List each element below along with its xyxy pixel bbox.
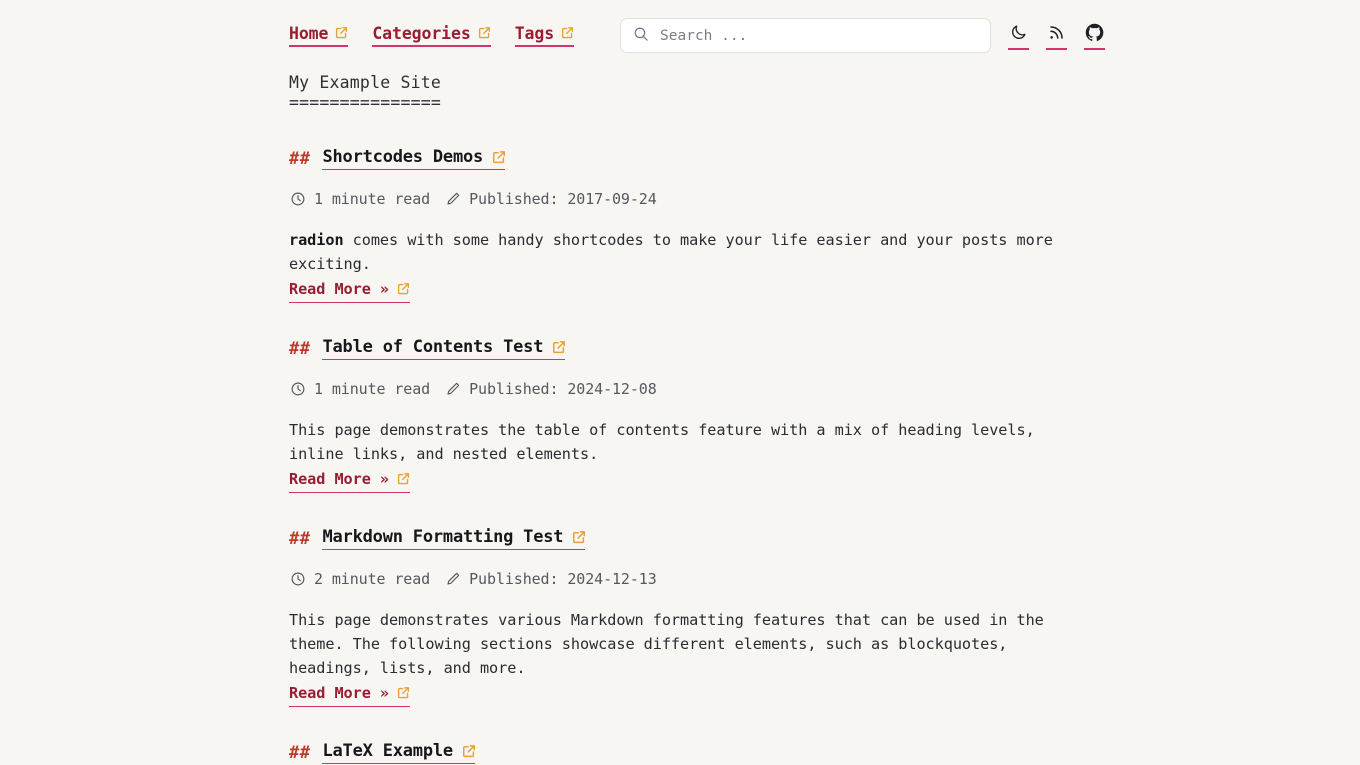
external-link-icon [561,26,574,39]
github-icon[interactable] [1084,22,1106,50]
post-title-text: Table of Contents Test [322,337,544,357]
external-link-icon [572,530,586,543]
post-summary-text: comes with some handy shortcodes to make… [289,231,1053,273]
site-header: Home Categories Tags Search ... [0,0,1360,68]
main-content: My Example Site =============== ## Short… [289,72,1079,764]
read-more-label: Read More » [289,470,390,488]
post-heading: ## LaTeX Example [289,741,1079,764]
clock-icon [289,191,306,208]
post-summary-text: This page demonstrates various Markdown … [289,611,1044,677]
post-title-link-latex-example[interactable]: LaTeX Example [322,741,475,764]
post-summary: This page demonstrates various Markdown … [289,608,1059,707]
post-summary-lead: radion [289,231,344,249]
post-read-time: 1 minute read [314,190,431,208]
post-meta: 2 minute read Published: 2024-12-13 [289,570,1079,588]
heading-hash-marker: ## [289,338,311,359]
read-more-label: Read More » [289,684,390,702]
post-published-date: Published: 2017-09-24 [469,190,657,208]
read-more-link[interactable]: Read More » [289,681,411,707]
nav-link-tags-label: Tags [514,24,555,43]
post-summary: radion comes with some handy shortcodes … [289,228,1059,303]
heading-hash-marker: ## [289,742,311,763]
external-link-icon [462,744,475,757]
read-more-label: Read More » [289,280,390,298]
post-title-link-shortcodes-demos[interactable]: Shortcodes Demos [322,147,506,170]
post-published-date: Published: 2024-12-08 [469,380,657,398]
pencil-icon [444,381,461,398]
primary-nav: Home Categories Tags [289,24,575,47]
search-input[interactable] [660,27,979,44]
post-heading: ## Markdown Formatting Test [289,527,1079,550]
read-more-link[interactable]: Read More » [289,467,411,493]
post-item: ## Table of Contents Test 1 minute read … [289,337,1079,493]
post-title-text: Shortcodes Demos [322,147,484,167]
post-read-time: 2 minute read [314,570,431,588]
site-title-rule: =============== [289,93,442,112]
post-meta: 1 minute read Published: 2024-12-08 [289,380,1079,398]
external-link-icon [492,150,506,163]
external-link-icon [397,686,410,699]
pencil-icon [444,571,461,588]
post-summary-text: This page demonstrates the table of cont… [289,421,1035,463]
post-title-link-table-of-contents-test[interactable]: Table of Contents Test [322,337,566,360]
post-summary: This page demonstrates the table of cont… [289,418,1059,493]
external-link-icon [478,26,491,39]
heading-hash-marker: ## [289,148,311,169]
external-link-icon [335,26,348,39]
nav-link-home-label: Home [289,24,329,43]
search-icon [633,26,649,46]
external-link-icon [397,282,410,295]
search-box[interactable] [620,18,992,53]
clock-icon [289,571,306,588]
post-title-text: Markdown Formatting Test [322,527,564,547]
post-read-time: 1 minute read [314,380,431,398]
nav-link-home[interactable]: Home [289,24,349,47]
pencil-icon [444,191,461,208]
post-meta: 1 minute read Published: 2017-09-24 [289,190,1079,208]
page-root: Home Categories Tags Search ... My Examp… [0,0,1360,765]
nav-link-categories-label: Categories [372,24,471,43]
rss-icon[interactable] [1046,22,1068,50]
site-title: My Example Site [289,73,442,92]
post-published-date: Published: 2024-12-13 [469,570,657,588]
moon-icon[interactable] [1008,22,1030,50]
nav-link-tags[interactable]: Tags [514,24,575,47]
post-heading: ## Table of Contents Test [289,337,1079,360]
post-item: ## LaTeX Example [289,741,1079,764]
clock-icon [289,381,306,398]
post-heading: ## Shortcodes Demos [289,147,1079,170]
external-link-icon [397,472,410,485]
nav-link-categories[interactable]: Categories [372,24,491,47]
post-title-link-markdown-formatting-test[interactable]: Markdown Formatting Test [322,527,586,550]
post-title-text: LaTeX Example [322,741,453,761]
external-link-icon [552,340,566,353]
read-more-link[interactable]: Read More » [289,277,411,303]
post-item: ## Markdown Formatting Test 2 minute rea… [289,527,1079,707]
post-item: ## Shortcodes Demos 1 minute read Publis… [289,147,1079,303]
header-icon-group [1008,22,1106,50]
heading-hash-marker: ## [289,528,311,549]
header-inner: Home Categories Tags Search ... [289,18,1106,53]
